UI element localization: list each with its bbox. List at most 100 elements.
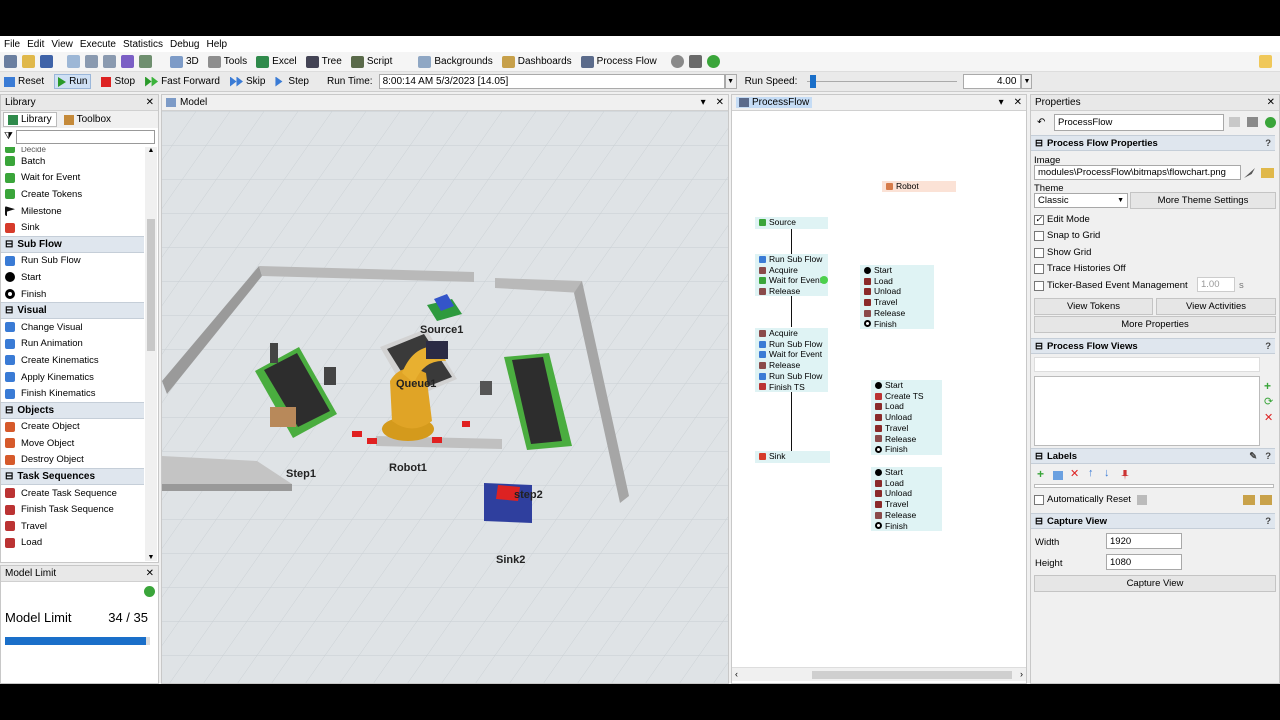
list-item[interactable]: Change Visual <box>1 319 144 336</box>
save-icon[interactable] <box>40 55 53 68</box>
list-item[interactable]: Create Object <box>1 419 144 436</box>
view-tokens-button[interactable]: View Tokens <box>1034 298 1153 315</box>
section-header-visual[interactable]: ⊟ Visual <box>1 302 144 319</box>
backgrounds-button[interactable]: Backgrounds <box>418 55 493 68</box>
refresh-icon[interactable]: ⟳ <box>1264 395 1273 408</box>
new-file-icon[interactable] <box>4 55 17 68</box>
view-options-icon[interactable] <box>139 55 152 68</box>
reset-button[interactable]: Reset <box>4 76 44 87</box>
view-activities-button[interactable]: View Activities <box>1156 298 1276 315</box>
capture-view-button[interactable]: Capture View <box>1034 575 1276 592</box>
open-folder-icon[interactable] <box>22 55 35 68</box>
menu-view[interactable]: View <box>51 39 73 50</box>
tab-model[interactable]: Model <box>166 97 207 108</box>
list-item[interactable]: Sink <box>1 219 144 236</box>
label-sink2[interactable]: Sink2 <box>496 554 525 566</box>
back-icon[interactable]: ↶ <box>1037 117 1045 128</box>
section-labels[interactable]: ⊟ Labels ✎? <box>1031 448 1275 464</box>
label-step1[interactable]: Step1 <box>286 468 316 480</box>
snap-to-grid-checkbox[interactable]: Snap to Grid <box>1034 230 1100 241</box>
scroll-right-icon[interactable]: › <box>1020 669 1023 679</box>
step-button[interactable]: Step <box>275 76 309 87</box>
tab-dropdown-icon[interactable]: ▾ <box>999 97 1004 108</box>
import-icon[interactable] <box>1243 495 1255 505</box>
theme-select[interactable]: Classic ▼ <box>1034 193 1128 208</box>
object-connect-icon[interactable] <box>103 55 116 68</box>
pf-source[interactable]: Source <box>755 217 828 229</box>
excel-button[interactable]: Excel <box>256 55 297 68</box>
section-help[interactable]: ? <box>1265 451 1271 462</box>
list-item[interactable]: Travel <box>1 518 144 535</box>
list-item[interactable]: Create Tokens <box>1 186 144 203</box>
delete-label-icon[interactable]: ✕ <box>1070 467 1079 480</box>
runtime-dropdown[interactable]: ▼ <box>724 74 737 89</box>
views-list[interactable] <box>1034 376 1260 446</box>
menu-debug[interactable]: Debug <box>170 39 199 50</box>
export-icon[interactable] <box>1260 495 1272 505</box>
edit-mode-checkbox[interactable]: ✓ Edit Mode <box>1034 214 1090 225</box>
section-header-objects[interactable]: ⊟ Objects <box>1 401 144 419</box>
section-help[interactable]: ? <box>1265 138 1271 149</box>
processflow-hscroll[interactable]: ‹ › <box>732 667 1026 681</box>
add-label-icon[interactable]: + <box>1037 467 1044 481</box>
pf-subflow-1[interactable]: Start Load Unload Travel Release Finish <box>860 265 934 329</box>
list-item[interactable]: Apply Kinematics <box>1 369 144 386</box>
tab-library[interactable]: Library <box>3 112 57 127</box>
help-icon[interactable] <box>1265 117 1276 128</box>
speed-dropdown[interactable]: ▼ <box>1021 74 1033 89</box>
list-item[interactable]: Finish Kinematics <box>1 385 144 402</box>
label-source1[interactable]: Source1 <box>420 324 463 336</box>
model-close-icon[interactable]: ✕ <box>716 97 724 108</box>
image-path-field[interactable]: modules\ProcessFlow\bitmaps\flowchart.pn… <box>1034 165 1241 180</box>
auto-reset-checkbox[interactable]: Automatically Reset <box>1034 494 1131 505</box>
tab-toolbox[interactable]: Toolbox <box>60 112 115 127</box>
eyedropper-icon[interactable] <box>1244 168 1255 178</box>
height-field[interactable]: 1080 <box>1106 554 1182 570</box>
scroll-left-icon[interactable]: ‹ <box>735 669 738 679</box>
delete-icon[interactable]: ✕ <box>1264 411 1273 424</box>
menu-statistics[interactable]: Statistics <box>123 39 163 50</box>
run-button[interactable]: Run <box>54 74 92 89</box>
speed-slider-thumb[interactable] <box>810 75 817 88</box>
menu-execute[interactable]: Execute <box>80 39 116 50</box>
color-select-icon[interactable] <box>121 55 134 68</box>
library-search-input[interactable] <box>15 129 155 144</box>
model-3d-scene[interactable] <box>162 111 728 683</box>
list-item[interactable]: Run Animation <box>1 336 144 353</box>
pin-icon[interactable] <box>1121 470 1129 480</box>
views-name-field[interactable] <box>1034 357 1260 372</box>
gear-icon[interactable] <box>670 55 684 68</box>
workspace-icon[interactable] <box>1259 55 1272 68</box>
list-item[interactable]: Move Object <box>1 435 144 452</box>
modules-icon[interactable] <box>688 55 702 68</box>
move-down-icon[interactable]: ↓ <box>1104 467 1110 479</box>
scroll-down-icon[interactable]: ▼ <box>145 554 157 561</box>
connect-icon[interactable] <box>85 55 98 68</box>
label-step2[interactable]: step2 <box>514 489 543 501</box>
fast-forward-button[interactable]: Fast Forward <box>145 76 220 87</box>
pf-robot-resource[interactable]: Robot <box>882 181 956 192</box>
section-processflow-properties[interactable]: ⊟ Process Flow Properties? <box>1031 135 1275 151</box>
tree-button[interactable]: Tree <box>305 55 342 68</box>
model-limit-close-icon[interactable]: ✕ <box>146 568 154 579</box>
label-queue1[interactable]: Queue1 <box>396 378 436 390</box>
tools-button[interactable]: Tools <box>207 55 247 68</box>
tab-processflow[interactable]: ProcessFlow <box>736 97 813 108</box>
lab-icon[interactable] <box>1229 117 1240 127</box>
width-field[interactable]: 1920 <box>1106 533 1182 549</box>
move-up-icon[interactable]: ↑ <box>1088 467 1094 479</box>
list-item[interactable]: Create Task Sequence <box>1 485 144 502</box>
list-item[interactable]: Start <box>1 269 144 286</box>
list-item[interactable]: Wait for Event <box>1 170 144 187</box>
3d-button[interactable]: 3D <box>170 55 199 68</box>
list-item[interactable]: Create Kinematics <box>1 352 144 369</box>
more-theme-settings-button[interactable]: More Theme Settings <box>1130 192 1276 209</box>
list-item[interactable]: Run Sub Flow <box>1 253 144 270</box>
ticker-event-checkbox[interactable]: Ticker-Based Event Management <box>1034 280 1188 291</box>
filter-icon[interactable]: ⧩ <box>4 131 13 142</box>
properties-close-icon[interactable]: ✕ <box>1267 97 1275 108</box>
library-close-icon[interactable]: ✕ <box>146 97 154 108</box>
list-item[interactable]: Load <box>1 535 144 552</box>
select-mode-icon[interactable] <box>67 55 80 68</box>
speed-slider[interactable] <box>807 74 958 89</box>
